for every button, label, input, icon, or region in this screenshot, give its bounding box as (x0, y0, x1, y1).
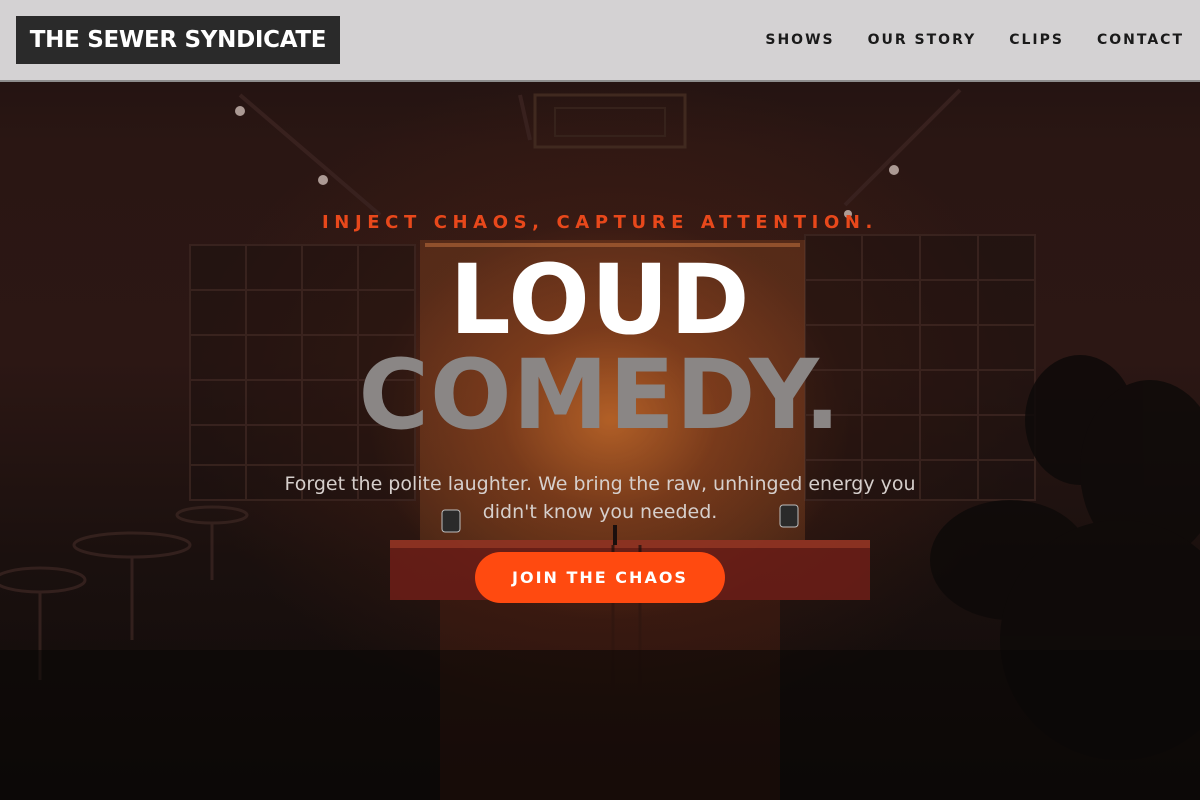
nav-link-clips[interactable]: CLIPS (1009, 32, 1064, 48)
nav-link-our-story[interactable]: OUR STORY (868, 32, 977, 48)
nav-link-shows[interactable]: SHOWS (765, 32, 834, 48)
hero-description: Forget the polite laughter. We bring the… (284, 473, 916, 523)
join-the-chaos-button[interactable]: JOIN THE CHAOS (475, 552, 725, 603)
main-nav: SHOWS OUR STORY CLIPS CONTACT (765, 26, 1184, 54)
nav-link-contact[interactable]: CONTACT (1097, 32, 1184, 48)
hero-headline-line-1: LOUD (449, 244, 751, 356)
hero-headline-line-2: COMEDY. (358, 339, 842, 451)
hero-tagline: INJECT CHAOS, CAPTURE ATTENTION. (322, 212, 878, 233)
brand-logo[interactable]: THE SEWER SYNDICATE (16, 16, 340, 64)
site-header: THE SEWER SYNDICATE SHOWS OUR STORY CLIP… (0, 0, 1200, 82)
